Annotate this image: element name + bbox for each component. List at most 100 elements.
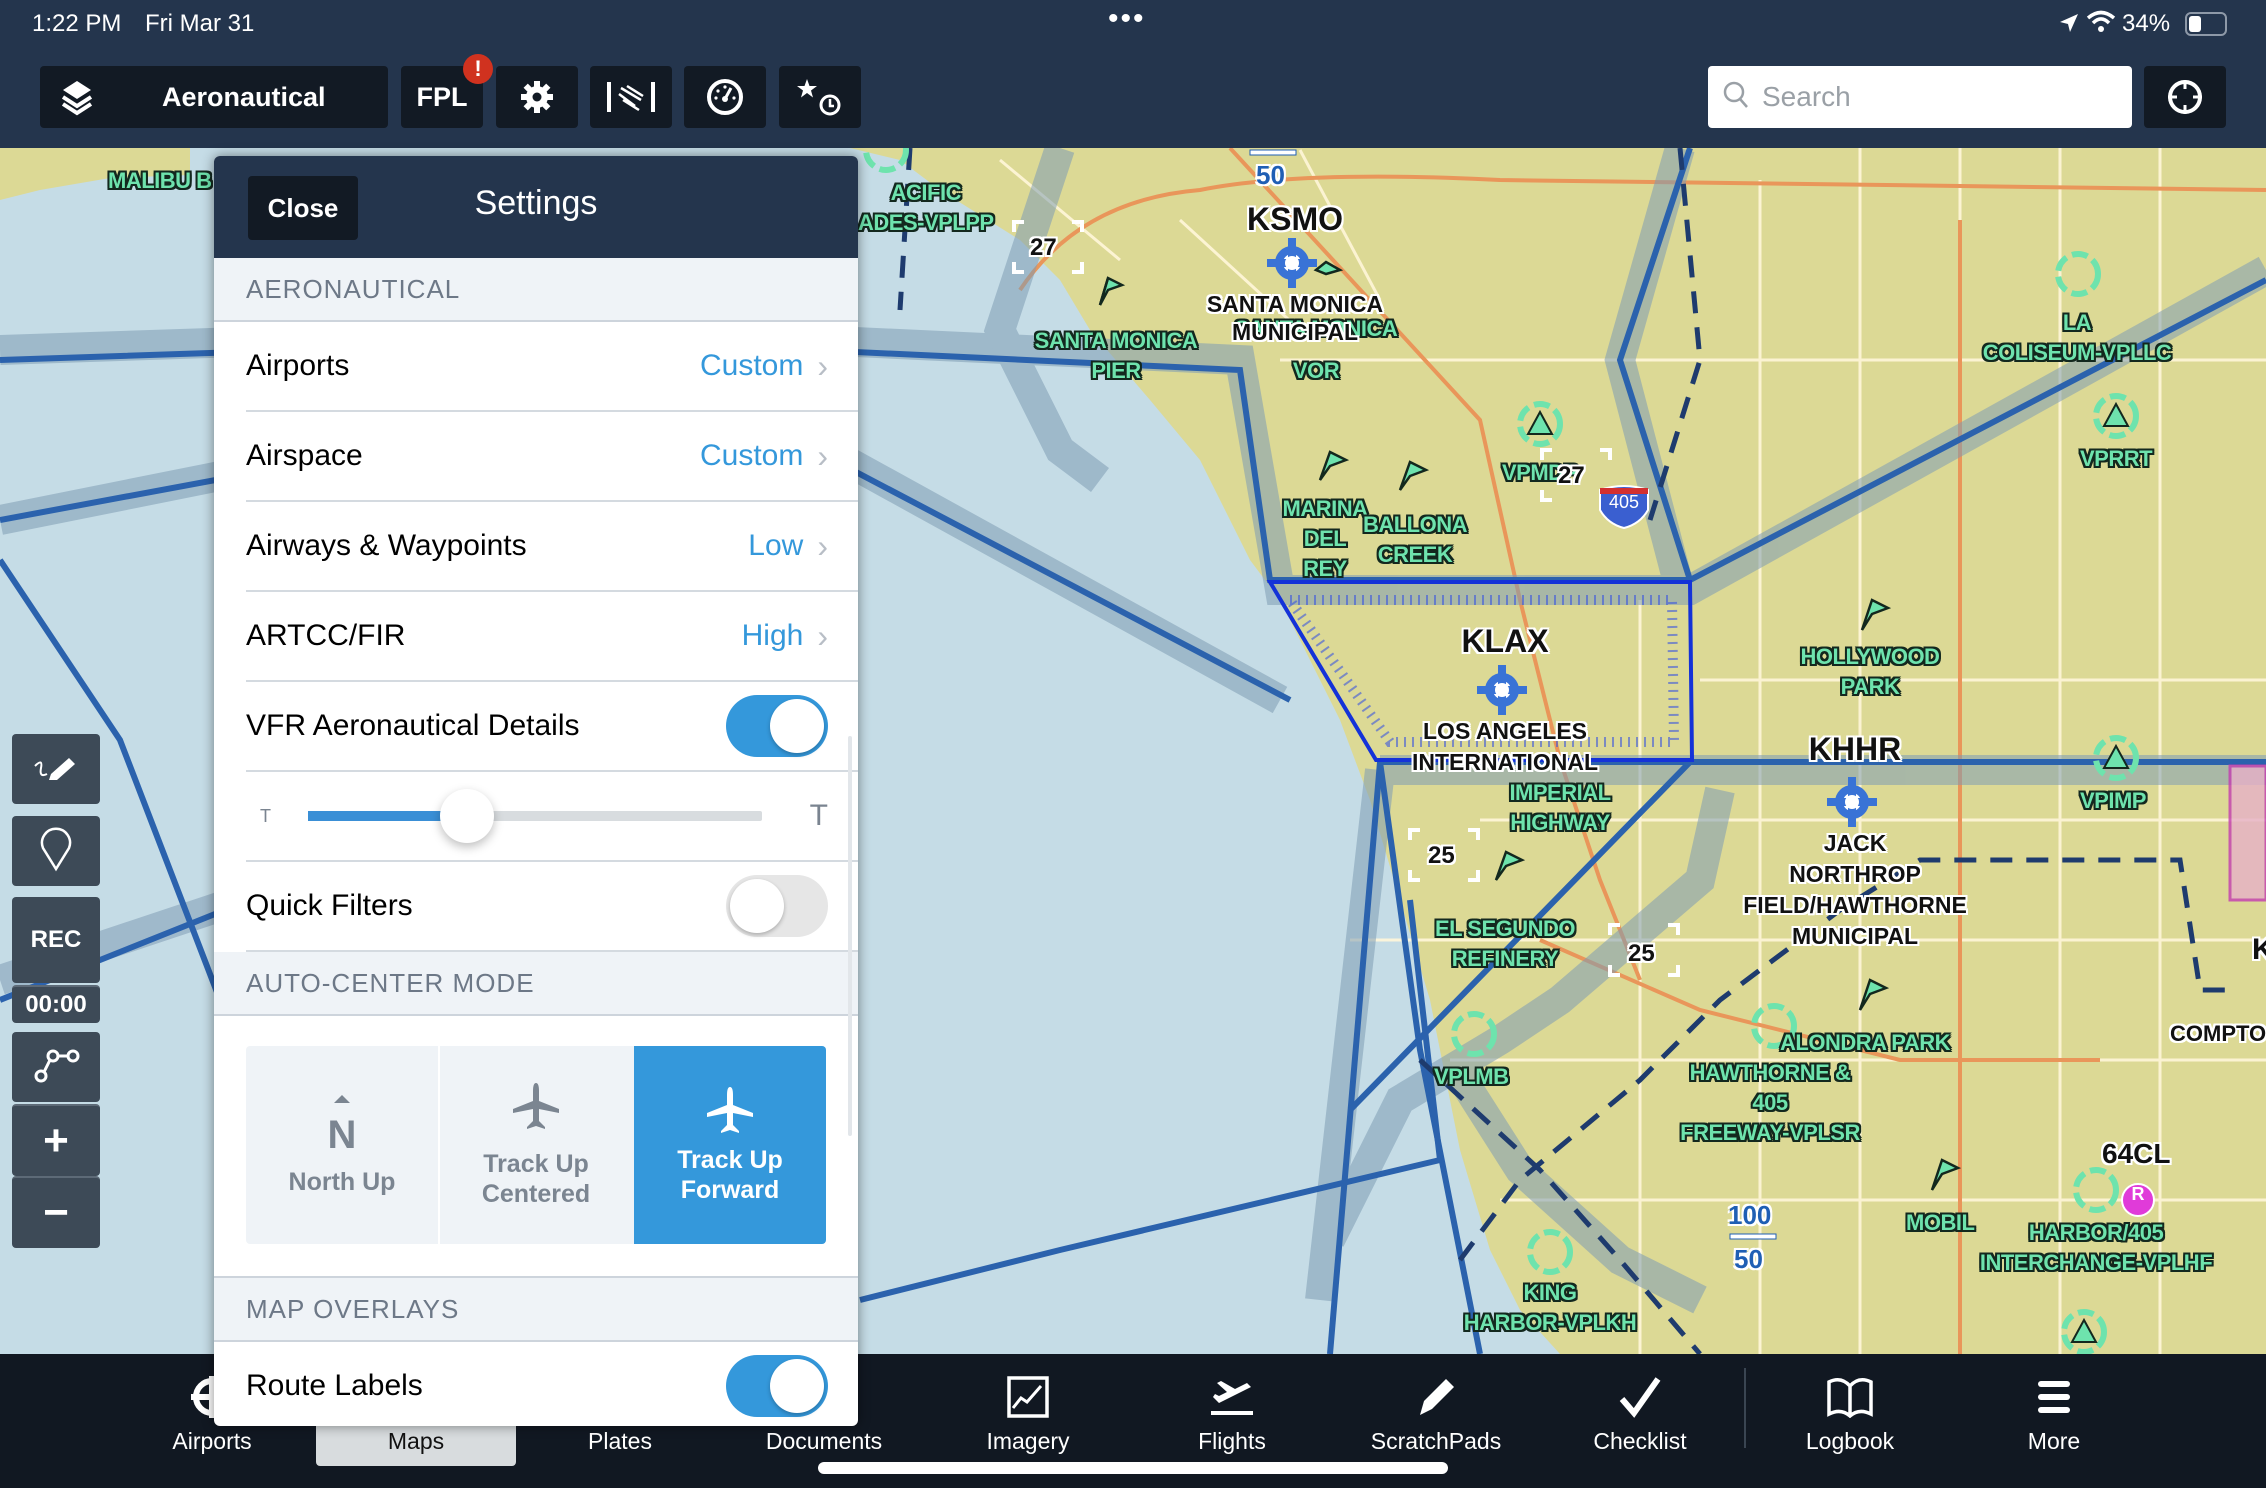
weather-overlay-button[interactable] [590,66,672,128]
map-label-line: HARBOR/405 [2028,1220,2164,1245]
map-label-line: ACIFIC [890,180,962,205]
track-record-button[interactable]: REC [12,897,100,983]
tab-label: Flights [1198,1428,1266,1454]
settings-row-text-size: T T [246,772,858,862]
map-label-line: IMPERIAL [1509,780,1611,805]
tab-more[interactable]: More [1974,1366,2134,1455]
layer-selector-button[interactable]: Aeronautical [40,66,388,128]
search-input[interactable] [1760,80,2104,114]
airport-name-line: JACK [1823,830,1887,856]
map-label-alondra: ALONDRA PARK [1780,1030,1951,1055]
settings-row-airports[interactable]: Airports Custom › [246,322,858,412]
row-value: Custom [699,439,804,472]
drop-pin-button[interactable] [12,816,100,886]
battery-percent: 34% [2122,10,2171,37]
mode-track-up-centered[interactable]: Track Up Centered [440,1046,632,1244]
book-icon [1825,1366,1875,1428]
map-label-la-coliseum: LA COLISEUM-VPLLC [1982,308,2172,368]
quick-filters-toggle[interactable] [726,875,828,937]
north-arrow-icon: N [328,1095,357,1153]
mode-track-up-forward[interactable]: Track Up Forward [634,1046,826,1244]
airport-name-line: FIELD/HAWTHORNE [1743,892,1967,918]
settings-button[interactable] [496,66,578,128]
map-label-line: KING [1523,1280,1578,1305]
annotate-button[interactable] [12,734,100,804]
chevron-right-icon: › [817,347,828,384]
multitask-dots[interactable]: ••• [1108,2,1146,36]
settings-row-artcc-fir[interactable]: ARTCC/FIR High › [246,592,858,682]
zoom-out-button[interactable]: − [12,1176,100,1248]
tab-imagery[interactable]: Imagery [948,1366,1108,1455]
instruments-button[interactable] [684,66,766,128]
search-icon [1722,80,1750,115]
interstate-number: 405 [1608,492,1640,512]
settings-title: Settings [474,184,598,222]
text-size-slider[interactable] [308,789,762,843]
runway-number: 25 [1428,842,1455,869]
airport-name-line: INTERNATIONAL [1411,749,1599,775]
tab-label: Logbook [1805,1428,1895,1454]
map-label-compton: COMPTO [2170,1021,2266,1046]
airplane-icon [707,1087,753,1133]
map-label-imperial: IMPERIAL HIGHWAY [1500,778,1620,838]
gear-icon [519,79,555,115]
tab-label: Plates [588,1428,652,1454]
vfr-details-toggle[interactable] [726,695,828,757]
settings-row-vfr-details: VFR Aeronautical Details [246,682,858,772]
route-nodes-icon [31,1045,81,1090]
airport-name-line: MUNICIPAL [1791,923,1919,949]
row-label: VFR Aeronautical Details [246,709,580,742]
map-label-line: 405 [1752,1090,1788,1115]
north-letter: N [328,1113,357,1153]
tab-logbook[interactable]: Logbook [1770,1366,1930,1455]
map-label-line: CREEK [1377,542,1453,567]
route-button[interactable] [12,1032,100,1102]
settings-row-airways-waypoints[interactable]: Airways & Waypoints Low › [246,502,858,592]
departing-plane-icon [1207,1366,1257,1428]
settings-row-airspace[interactable]: Airspace Custom › [246,412,858,502]
airport-name-ksmo: SANTA MONICA MUNICIPAL [1190,290,1400,346]
airport-name-khhr: JACK NORTHROP FIELD/HAWTHORNE MUNICIPAL [1740,828,1970,952]
altitude-label-floor: 50 [1734,1244,1763,1274]
map-label-line: VOR [1292,358,1340,383]
map-label-pacific: ACIFIC ADES-VPLPP [858,178,994,238]
runway-number: 27 [1558,462,1585,489]
center-location-button[interactable] [2144,66,2226,128]
recents-favorites-button[interactable] [779,66,861,128]
map-label-line: PARK [1840,674,1900,699]
tab-scratchpads[interactable]: ScratchPads [1356,1366,1516,1455]
tab-divider [1744,1368,1746,1448]
scrollbar[interactable] [848,736,852,1136]
altitude-bar [1729,1233,1777,1240]
airport-ident-klax[interactable]: KLAX [1450,625,1560,657]
tab-label: Airports [172,1428,252,1454]
airport-ident-khhr[interactable]: KHHR [1800,733,1910,765]
tab-checklist[interactable]: Checklist [1560,1366,1720,1455]
popover-arrow [524,130,552,148]
map-label-line: SANTA MONICA [1034,328,1198,353]
home-indicator[interactable] [818,1462,1448,1474]
map-label-hawthorne: HAWTHORNE & 405 FREEWAY-VPLSR [1680,1058,1860,1148]
layer-label: Aeronautical [162,81,326,112]
top-bar: 1:22 PM Fri Mar 31 ••• 34% Aeronautical … [0,0,2266,148]
map-label-ballona: BALLONA CREEK [1360,510,1470,570]
slider-thumb[interactable] [439,789,494,843]
mode-label: Track Up [677,1146,783,1174]
chevron-right-icon: › [817,617,828,654]
mode-label: Centered [481,1180,591,1208]
mode-north-up[interactable]: N North Up [246,1046,438,1244]
tab-label: More [2027,1428,2081,1454]
menu-icon [2036,1366,2072,1428]
map-label-line: COLISEUM-VPLLC [1982,340,2172,365]
battery-fill [2189,16,2201,32]
toggle-knob [770,1359,824,1413]
map-label-line: ADES-VPLPP [858,210,994,235]
search-field[interactable] [1708,66,2132,128]
airport-ident-ksmo[interactable]: KSMO [1240,203,1350,235]
section-header-map-overlays: MAP OVERLAYS [214,1278,858,1342]
tab-flights[interactable]: Flights [1152,1366,1312,1455]
crosshair-icon [2165,77,2205,117]
airport-ident-64cl[interactable]: 64CL [2102,1138,2170,1169]
route-labels-toggle[interactable] [726,1355,828,1417]
zoom-in-button[interactable]: + [12,1104,100,1176]
